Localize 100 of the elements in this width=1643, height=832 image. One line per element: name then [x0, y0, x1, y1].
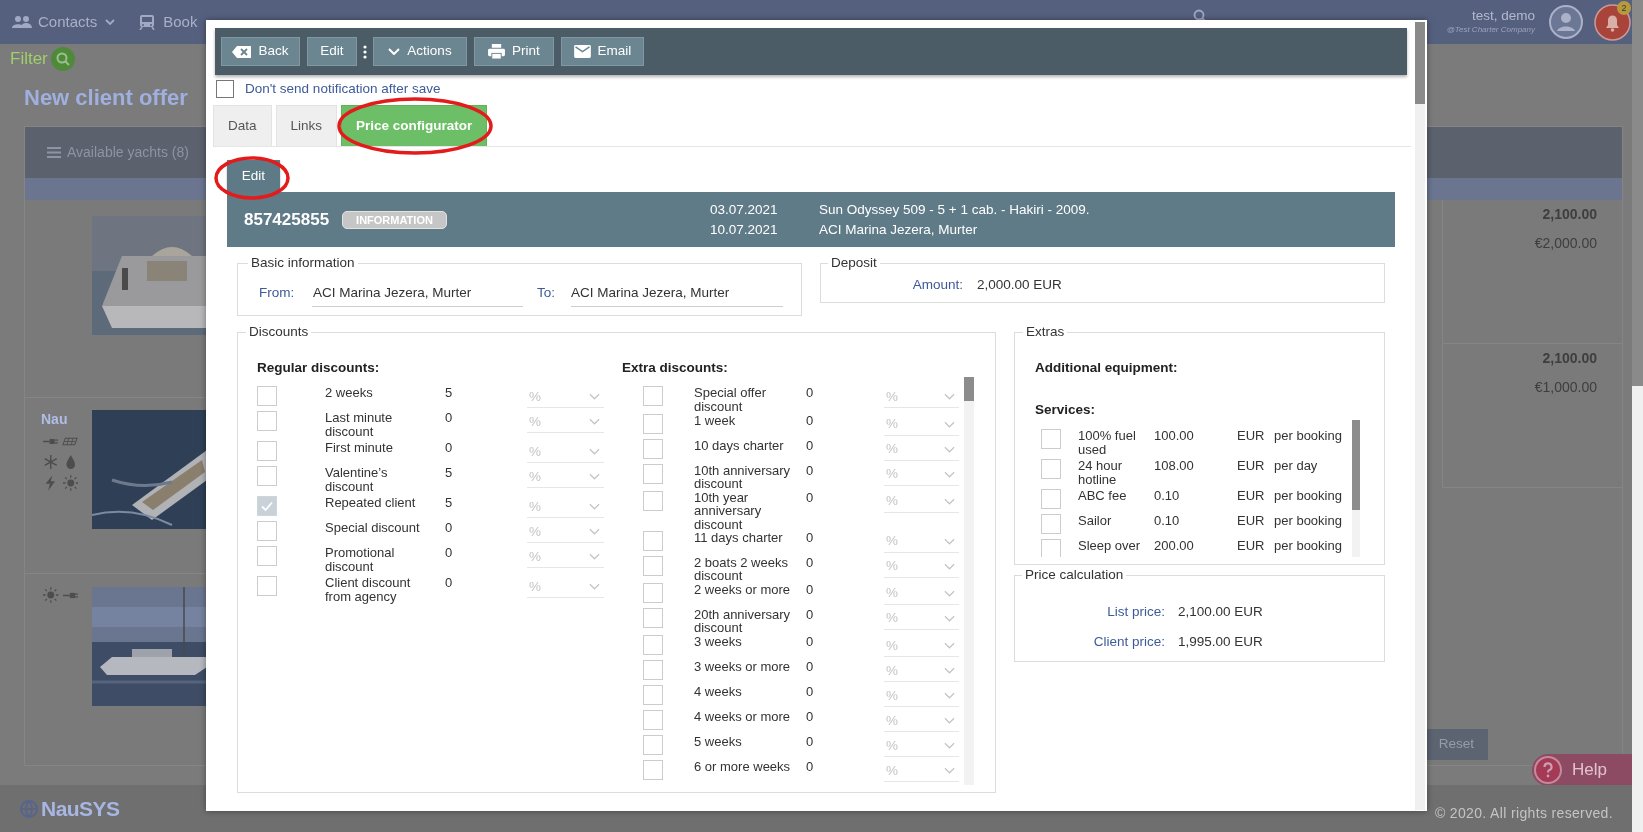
- service-price: 100.00: [1154, 429, 1195, 443]
- checkbox[interactable]: [643, 635, 663, 656]
- service-period: per booking: [1274, 539, 1342, 553]
- discount-value: 0: [806, 438, 815, 453]
- scrollbar-thumb[interactable]: [1415, 22, 1425, 104]
- unit-dropdown[interactable]: %: [884, 413, 959, 436]
- to-label: To:: [537, 284, 556, 303]
- checkbox[interactable]: [257, 411, 277, 432]
- service-period: per booking: [1274, 429, 1342, 443]
- unit-dropdown[interactable]: %: [527, 521, 604, 544]
- unit-dropdown[interactable]: %: [884, 607, 959, 630]
- filter-label[interactable]: Filter: [10, 46, 48, 72]
- toolbar-button[interactable]: Actions: [373, 37, 467, 66]
- help-button[interactable]: Help: [1532, 754, 1632, 785]
- checkbox[interactable]: [643, 582, 663, 603]
- nav-item[interactable]: Book: [163, 10, 198, 34]
- nav-item[interactable]: Contacts: [38, 10, 98, 34]
- checkbox[interactable]: [643, 530, 663, 551]
- checkbox[interactable]: [257, 521, 277, 542]
- checkbox[interactable]: [1041, 429, 1061, 450]
- checkbox[interactable]: [643, 607, 663, 628]
- checkbox[interactable]: [257, 546, 277, 567]
- checkbox[interactable]: [257, 576, 277, 597]
- nausys-logo: NauSYS: [41, 795, 120, 822]
- search-icon[interactable]: [1192, 9, 1207, 23]
- toolbar-button[interactable]: Email: [561, 37, 644, 66]
- currency-text: EUR: [1237, 429, 1266, 443]
- checkbox[interactable]: [643, 735, 663, 756]
- checkbox[interactable]: [216, 80, 234, 98]
- chevron-down-icon: [944, 717, 955, 725]
- service-price: 200.00: [1154, 539, 1195, 553]
- checkbox[interactable]: [1041, 459, 1061, 480]
- from-label: From:: [259, 284, 296, 303]
- unit-dropdown[interactable]: %: [884, 735, 959, 758]
- service-period: per booking: [1274, 489, 1342, 503]
- unit-dropdown[interactable]: %: [527, 411, 604, 434]
- checkbox[interactable]: [643, 386, 663, 407]
- notification-label[interactable]: Don't send notification after save: [245, 78, 441, 100]
- unit-dropdown[interactable]: %: [884, 635, 959, 658]
- checkbox[interactable]: [257, 386, 277, 407]
- snowflake-icon: [43, 454, 59, 470]
- avatar-icon[interactable]: [1549, 5, 1583, 39]
- unit-dropdown[interactable]: %: [884, 530, 959, 553]
- checkbox[interactable]: [1041, 514, 1061, 535]
- scrollbar-thumb[interactable]: [1632, 0, 1643, 386]
- unit-dropdown[interactable]: %: [527, 546, 604, 569]
- checkbox[interactable]: [643, 490, 663, 511]
- unit-dropdown[interactable]: %: [884, 582, 959, 605]
- chevron-down-icon: [944, 742, 955, 750]
- discount-value: 0: [806, 413, 815, 428]
- unit-dropdown[interactable]: %: [884, 660, 959, 683]
- unit-dropdown[interactable]: %: [527, 386, 604, 409]
- tab[interactable]: Price configurator: [341, 105, 488, 146]
- extra-discounts-heading: Extra discounts:: [622, 359, 729, 377]
- unit-dropdown[interactable]: %: [884, 386, 959, 409]
- service-price: 0.10: [1154, 489, 1181, 503]
- unit-dropdown[interactable]: %: [884, 463, 959, 486]
- checkbox[interactable]: [1041, 539, 1061, 558]
- checkbox[interactable]: [643, 685, 663, 706]
- unit-dropdown[interactable]: %: [527, 496, 604, 519]
- unit-dropdown[interactable]: %: [884, 438, 959, 461]
- unit-dropdown[interactable]: %: [884, 685, 959, 708]
- discount-name: Special discount: [325, 521, 421, 538]
- chevron-down-icon: [944, 692, 955, 700]
- checkbox[interactable]: [643, 710, 663, 731]
- checkbox[interactable]: [643, 463, 663, 484]
- toolbar-button[interactable]: Back: [221, 37, 300, 66]
- discount-value: 0: [806, 490, 815, 505]
- list-icon: [47, 147, 61, 158]
- checkbox[interactable]: [643, 413, 663, 434]
- toolbar-button[interactable]: Print: [474, 37, 554, 66]
- unit-dropdown[interactable]: %: [884, 760, 959, 783]
- toolbar-button[interactable]: Edit: [307, 37, 357, 66]
- edit-button[interactable]: Edit: [227, 160, 280, 192]
- scrollbar-thumb[interactable]: [964, 377, 974, 402]
- checkbox[interactable]: [643, 555, 663, 576]
- unit-dropdown[interactable]: %: [527, 441, 604, 464]
- chevron-down-icon: [944, 614, 955, 622]
- unit-dropdown[interactable]: %: [884, 710, 959, 733]
- unit-dropdown[interactable]: %: [527, 576, 604, 599]
- checkbox[interactable]: [257, 466, 277, 487]
- scrollbar-thumb[interactable]: [1352, 420, 1360, 511]
- checkbox[interactable]: [643, 760, 663, 781]
- checkbox[interactable]: [643, 438, 663, 459]
- checkbox[interactable]: [643, 660, 663, 681]
- tab[interactable]: Data: [213, 105, 272, 146]
- bell-icon[interactable]: [1594, 3, 1631, 41]
- tab[interactable]: Links: [275, 105, 338, 146]
- from-field[interactable]: ACI Marina Jezera, Murter: [312, 279, 523, 308]
- discount-value: 0: [445, 576, 454, 590]
- discount-value: 0: [445, 521, 454, 535]
- unit-dropdown[interactable]: %: [884, 490, 959, 513]
- checkbox[interactable]: [1041, 489, 1061, 510]
- checkbox[interactable]: [257, 441, 277, 462]
- unit-dropdown[interactable]: %: [884, 555, 959, 578]
- deposit-value: €2,000.00: [1534, 234, 1597, 253]
- unit-dropdown[interactable]: %: [527, 466, 604, 489]
- kebab-menu-icon[interactable]: [363, 44, 367, 59]
- chevron-down-icon: [944, 667, 955, 675]
- to-field[interactable]: ACI Marina Jezera, Murter: [571, 279, 783, 308]
